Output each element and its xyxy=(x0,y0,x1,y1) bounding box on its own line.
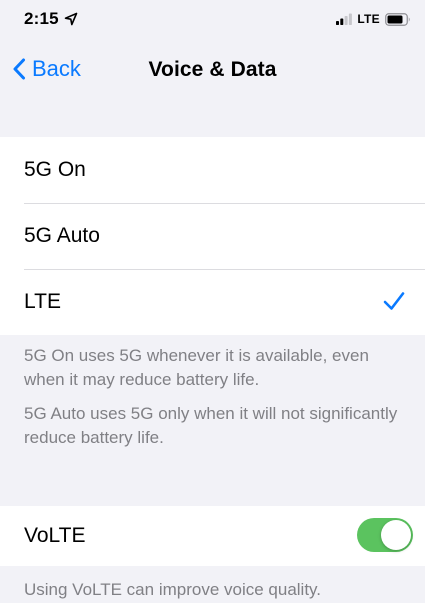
toggle-knob xyxy=(381,520,411,550)
location-arrow-icon xyxy=(64,12,78,26)
network-type: LTE xyxy=(357,12,380,26)
status-bar: 2:15 LTE xyxy=(0,0,425,40)
network-options-list: 5G On 5G Auto LTE xyxy=(0,137,425,335)
volte-label: VoLTE xyxy=(24,524,86,547)
battery-icon xyxy=(385,12,410,26)
status-indicators: LTE xyxy=(336,11,411,27)
option-5g-on[interactable]: 5G On xyxy=(0,137,425,203)
volte-toggle[interactable] xyxy=(357,518,413,552)
footer-5g-on-description: 5G On uses 5G whenever it is available, … xyxy=(24,346,369,389)
volte-row: VoLTE xyxy=(0,506,425,566)
volte-settings: VoLTE xyxy=(0,506,425,566)
option-label: LTE xyxy=(24,290,61,313)
option-label: 5G On xyxy=(24,158,86,181)
footer-5g-auto-description: 5G Auto uses 5G only when it will not si… xyxy=(24,404,398,447)
status-time: 2:15 xyxy=(24,9,59,28)
cellular-signal-icon xyxy=(336,13,353,25)
option-label: 5G Auto xyxy=(24,224,100,247)
footer-volte-description: Using VoLTE can improve voice quality. xyxy=(24,580,322,599)
option-lte[interactable]: LTE xyxy=(0,269,425,335)
option-5g-auto[interactable]: 5G Auto xyxy=(0,203,425,269)
navigation-bar: Back Voice & Data xyxy=(0,44,425,98)
checkmark-icon xyxy=(383,292,405,310)
page-title: Voice & Data xyxy=(148,58,277,81)
